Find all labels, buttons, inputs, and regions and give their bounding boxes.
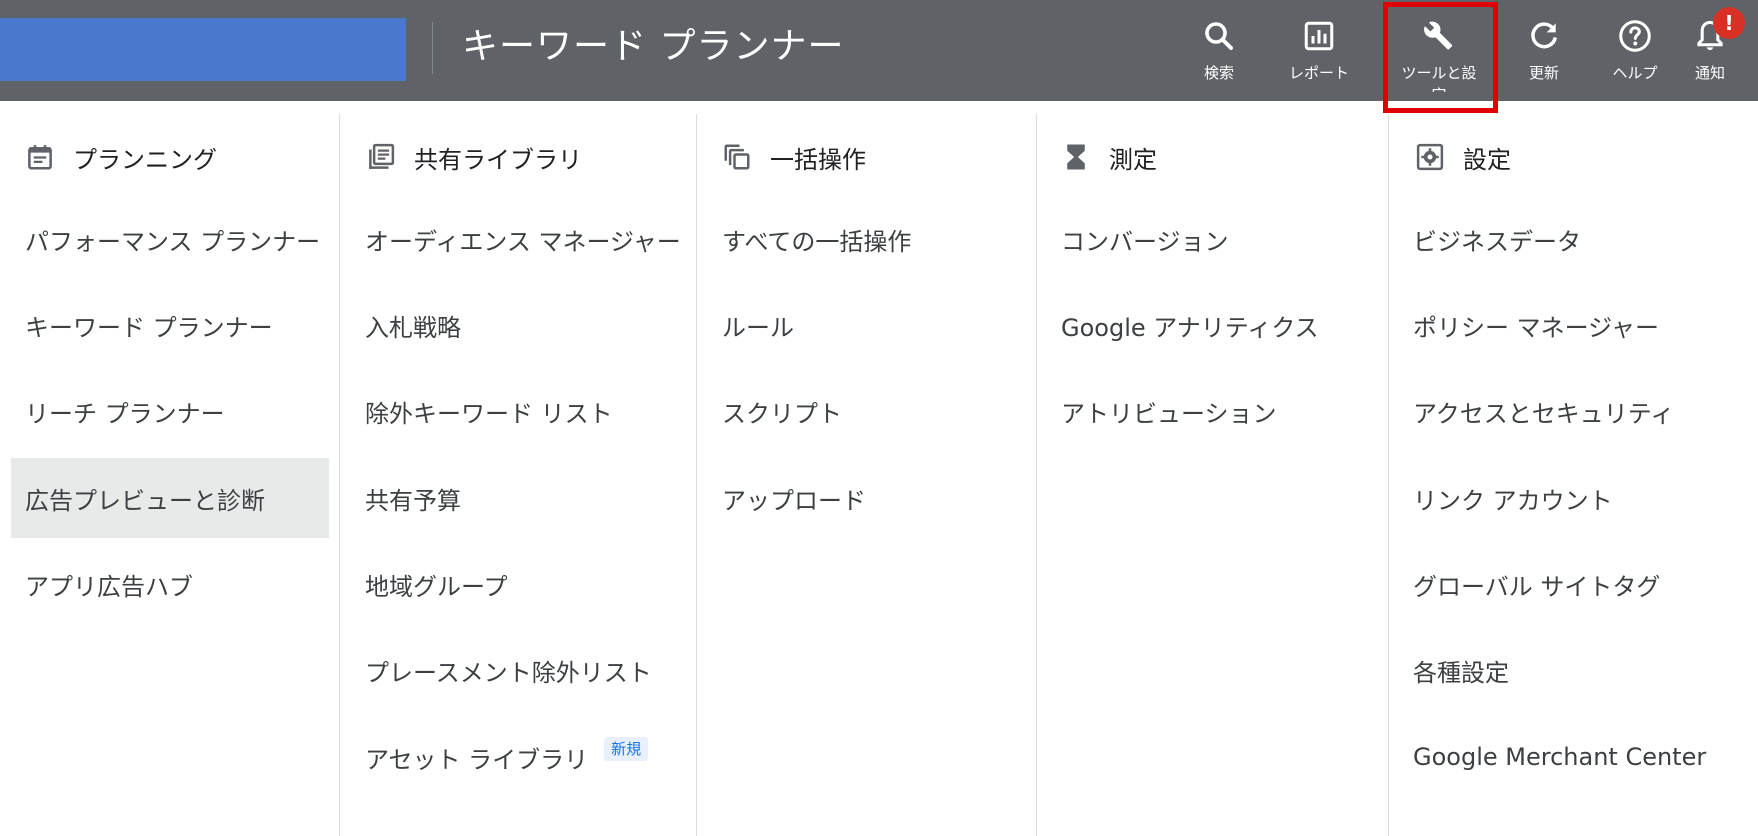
menu-item-google-analytics[interactable]: Google アナリティクス bbox=[1061, 285, 1319, 365]
menu-item-linked-accounts[interactable]: リンク アカウント bbox=[1413, 458, 1613, 538]
report-icon bbox=[1304, 21, 1334, 51]
menu-item-google-merchant-center[interactable]: Google Merchant Center bbox=[1413, 717, 1706, 797]
menu-item-app-ads-hub[interactable]: アプリ広告ハブ bbox=[11, 544, 329, 624]
column-header-measurement: 測定 bbox=[1061, 137, 1157, 177]
menu-item-asset-library[interactable]: アセット ライブラリ 新規 bbox=[365, 717, 649, 797]
refresh-icon bbox=[1531, 22, 1557, 49]
menu-item-shared-budgets[interactable]: 共有予算 bbox=[365, 458, 461, 538]
menu-item-global-site-tag[interactable]: グローバル サイトタグ bbox=[1413, 544, 1660, 624]
menu-item-business-data[interactable]: ビジネスデータ bbox=[1413, 199, 1581, 279]
new-badge: 新規 bbox=[604, 737, 649, 761]
brand-logo-block[interactable] bbox=[0, 18, 406, 81]
notifications-label: 通知 bbox=[1694, 64, 1725, 82]
menu-item-access-security[interactable]: アクセスとセキュリティ bbox=[1413, 371, 1674, 451]
menu-item-uploads[interactable]: アップロード bbox=[722, 458, 866, 538]
menu-column-shared-library: 共有ライブラリ オーディエンス マネージャー 入札戦略 除外キーワード リスト … bbox=[340, 101, 696, 836]
menu-item-bid-strategies[interactable]: 入札戦略 bbox=[365, 285, 461, 365]
help-icon bbox=[1619, 20, 1651, 52]
menu-item-audience-manager[interactable]: オーディエンス マネージャー bbox=[365, 199, 681, 279]
menu-item-label: アセット ライブラリ bbox=[365, 745, 589, 774]
search-button[interactable]: 検索 bbox=[1169, 0, 1269, 101]
column-title: 共有ライブラリ bbox=[414, 145, 582, 174]
search-label: 検索 bbox=[1203, 64, 1234, 82]
report-button[interactable]: レポート bbox=[1269, 0, 1369, 101]
menu-column-planning: プランニング パフォーマンス プランナー キーワード プランナー リーチ プラン… bbox=[0, 101, 339, 836]
calendar-icon bbox=[28, 145, 52, 170]
menu-item-negative-keyword-lists[interactable]: 除外キーワード リスト bbox=[365, 371, 613, 451]
settings-icon bbox=[1416, 143, 1444, 171]
search-icon bbox=[1205, 22, 1233, 50]
menu-item-preferences[interactable]: 各種設定 bbox=[1413, 630, 1509, 710]
header-divider bbox=[432, 22, 433, 74]
menu-item-performance-planner[interactable]: パフォーマンス プランナー bbox=[11, 199, 329, 279]
menu-item-rules[interactable]: ルール bbox=[722, 285, 794, 365]
menu-item-reach-planner[interactable]: リーチ プランナー bbox=[11, 371, 329, 451]
menu-column-measurement: 測定 コンバージョン Google アナリティクス アトリビューション bbox=[1037, 101, 1388, 836]
refresh-button[interactable]: 更新 bbox=[1494, 0, 1594, 101]
menu-item-all-bulk-actions[interactable]: すべての一括操作 bbox=[722, 199, 911, 279]
notification-badge: ! bbox=[1713, 7, 1745, 39]
menu-item-ad-preview-diagnosis[interactable]: 広告プレビューと診断 bbox=[11, 458, 329, 538]
column-header-bulk-actions: 一括操作 bbox=[722, 137, 866, 177]
menu-column-bulk-actions: 一括操作 すべての一括操作 ルール スクリプト アップロード bbox=[697, 101, 1036, 836]
column-header-shared-library: 共有ライブラリ bbox=[366, 137, 582, 177]
library-icon bbox=[369, 143, 395, 169]
column-title: 測定 bbox=[1109, 145, 1157, 174]
highlight-annotation bbox=[1383, 2, 1498, 113]
menu-item-scripts[interactable]: スクリプト bbox=[722, 371, 842, 451]
menu-item-location-groups[interactable]: 地域グループ bbox=[365, 544, 508, 624]
menu-item-policy-manager[interactable]: ポリシー マネージャー bbox=[1413, 285, 1659, 365]
menu-item-attribution[interactable]: アトリビューション bbox=[1061, 371, 1277, 451]
report-label: レポート bbox=[1288, 64, 1349, 82]
menu-item-keyword-planner[interactable]: キーワード プランナー bbox=[11, 285, 329, 365]
copy-icon bbox=[724, 144, 750, 170]
menu-column-settings: 設定 ビジネスデータ ポリシー マネージャー アクセスとセキュリティ リンク ア… bbox=[1389, 101, 1758, 836]
column-title: 一括操作 bbox=[770, 145, 866, 174]
column-title: 設定 bbox=[1463, 145, 1511, 174]
column-header-settings: 設定 bbox=[1415, 137, 1511, 177]
column-header-planning: プランニング bbox=[25, 137, 217, 177]
help-label: ヘルプ bbox=[1612, 64, 1658, 82]
menu-item-placement-exclusion-lists[interactable]: プレースメント除外リスト bbox=[365, 630, 652, 710]
menu-item-conversions[interactable]: コンバージョン bbox=[1061, 199, 1229, 279]
hourglass-icon bbox=[1067, 144, 1085, 170]
column-title: プランニング bbox=[73, 145, 217, 174]
page-title: キーワード プランナー bbox=[462, 26, 845, 67]
refresh-label: 更新 bbox=[1528, 64, 1559, 82]
